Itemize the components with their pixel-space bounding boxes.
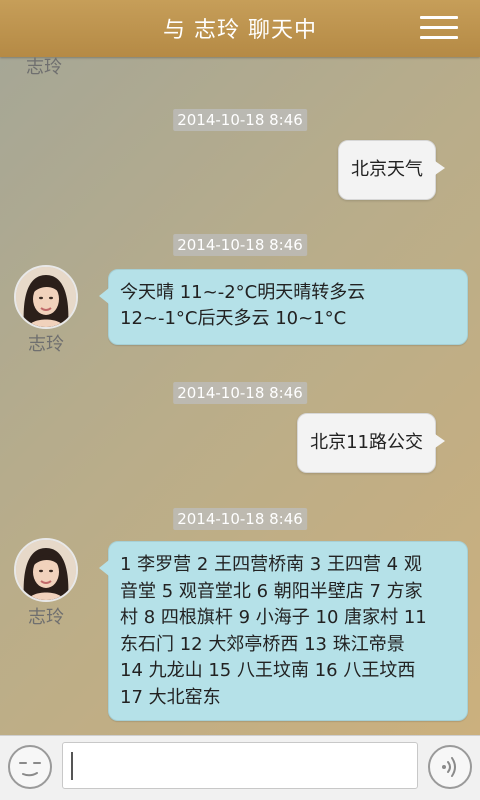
message-timestamp: 2014-10-18 8:46 xyxy=(173,508,307,530)
message-line: 音堂 5 观音堂北 6 朝阳半壁店 7 方家 xyxy=(120,580,423,602)
input-bar xyxy=(0,735,480,800)
message-timestamp: 2014-10-18 8:46 xyxy=(173,234,307,256)
message-line: 东石门 12 大郊亭桥西 13 珠江帝景 xyxy=(120,633,405,655)
contact-avatar[interactable] xyxy=(14,265,78,329)
message-text: 北京天气 xyxy=(351,159,423,180)
message-line: 14 九龙山 15 八王坟南 16 八王坟西 xyxy=(120,660,416,681)
message-line: 17 大北窑东 xyxy=(120,686,221,708)
incoming-message-bubble[interactable]: 今天晴 11~-2°C明天晴转多云 12~-1°C后天多云 10~1°C xyxy=(99,269,468,345)
message-timestamp: 2014-10-18 8:46 xyxy=(173,382,307,404)
message-line: 今天晴 11~-2°C明天晴转多云 xyxy=(120,282,366,303)
message-line: 1 李罗营 2 王四营桥南 3 王四营 4 观 xyxy=(120,554,422,575)
message-text: 北京11路公交 xyxy=(310,432,423,453)
sender-name: 志玲 xyxy=(26,57,62,78)
message-timestamp: 2014-10-18 8:46 xyxy=(173,109,307,131)
outgoing-message-bubble[interactable]: 北京11路公交 xyxy=(297,413,445,473)
message-list[interactable]: 志玲 2014-10-18 8:46 北京天气 2014-10-18 8:46 … xyxy=(0,57,480,735)
incoming-message-bubble[interactable]: 1 李罗营 2 王四营桥南 3 王四营 4 观 音堂 5 观音堂北 6 朝阳半壁… xyxy=(99,541,468,721)
voice-icon[interactable] xyxy=(426,743,474,791)
sender-name: 志玲 xyxy=(28,334,64,355)
menu-icon[interactable] xyxy=(420,14,458,42)
text-caret xyxy=(71,752,73,780)
message-line: 12~-1°C后天多云 10~1°C xyxy=(120,308,347,329)
emoji-icon[interactable] xyxy=(6,743,54,791)
chat-title: 与 志玲 聊天中 xyxy=(163,18,317,43)
sender-name: 志玲 xyxy=(28,607,64,628)
chat-header: 与 志玲 聊天中 xyxy=(0,0,480,57)
outgoing-message-bubble[interactable]: 北京天气 xyxy=(338,140,445,200)
message-input[interactable] xyxy=(62,742,418,789)
contact-avatar[interactable] xyxy=(14,538,78,602)
message-line: 村 8 四根旗杆 9 小海子 10 唐家村 11 xyxy=(120,607,427,628)
